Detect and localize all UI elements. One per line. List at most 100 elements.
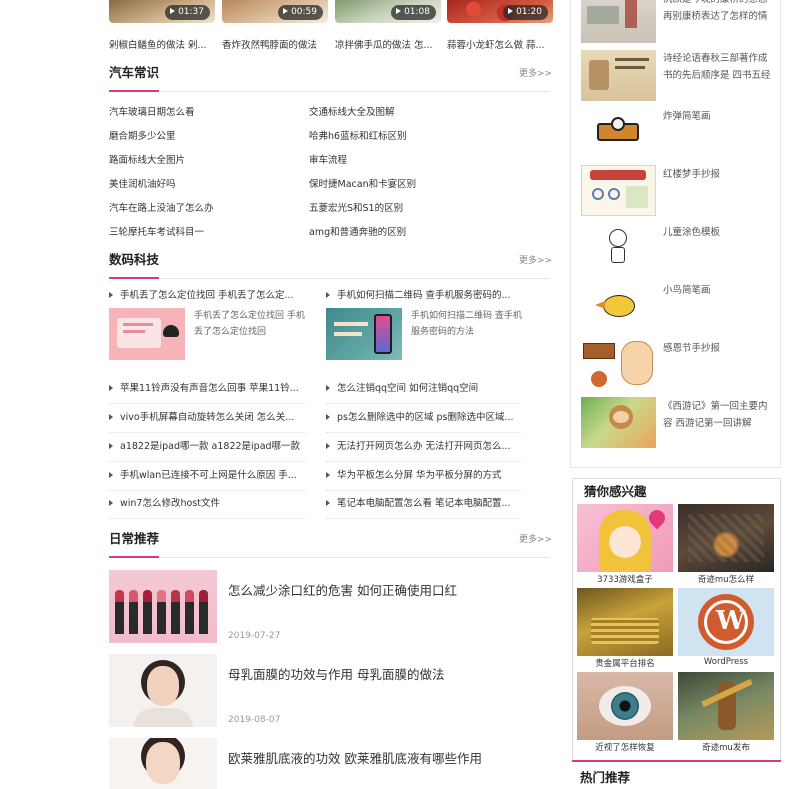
grid-thumbnail[interactable] (577, 504, 673, 572)
article-link[interactable]: 美佳润机油好吗 (109, 176, 176, 190)
sidebar-thumbnail[interactable] (581, 223, 656, 274)
list-item[interactable]: win7怎么修改host文件 (109, 492, 305, 519)
article-link[interactable]: 汽车玻璃日期怎么看 (109, 104, 195, 118)
article-date: 2019-07-27 (228, 631, 281, 641)
article-link[interactable]: amg和普通奔驰的区别 (309, 224, 406, 238)
article-link[interactable]: 路面标线大全图片 (109, 152, 185, 166)
sidebar-thumbnail[interactable] (581, 281, 656, 332)
lipstick-shape (157, 600, 166, 634)
article-link[interactable]: 汽车在路上没油了怎么办 (109, 200, 214, 214)
article-title[interactable]: 母乳面膜的功效与作用 母乳面膜的做法 (228, 664, 444, 683)
play-icon (508, 8, 514, 14)
crowd-texture (688, 514, 764, 562)
video-caption[interactable]: 剁椒白鳝鱼的做法 剁... (109, 37, 217, 51)
article-link[interactable]: 交通标线大全及图解 (309, 104, 395, 118)
video-duration-badge: 01:20 (503, 5, 548, 20)
sidebar-thumbnail[interactable] (581, 50, 656, 101)
sidebar-thumbnail[interactable] (581, 397, 656, 448)
video-thumbnail[interactable]: 01:20 (447, 0, 553, 23)
bullet-arrow-icon (326, 500, 330, 506)
article-link[interactable]: 哈弗h6蓝标和红标区别 (309, 128, 407, 142)
video-thumbnail[interactable]: 01:08 (335, 0, 441, 23)
article-thumbnail[interactable] (109, 570, 217, 643)
video-caption[interactable]: 香炸孜然鸭脖面的做法 (222, 37, 330, 51)
sidebar-thumbnail[interactable] (581, 339, 656, 390)
list-item[interactable]: 怎么注销qq空间 如何注销qq空间 (326, 377, 522, 404)
grid-caption[interactable]: 贵金属平台排名 (577, 657, 673, 669)
article-summary: 手机丢了怎么定位找回 手机丢了怎么定位找回 (194, 311, 305, 337)
lipstick-shape (143, 600, 152, 634)
list-item[interactable]: vivo手机屏幕自动旋转怎么关闭 怎么关... (109, 406, 305, 433)
video-caption[interactable]: 凉拌佛手瓜的做法 怎... (335, 37, 443, 51)
sidebar-article-title[interactable]: 诗经论语春秋三部著作成书的先后顺序是 四书五经 (663, 50, 775, 84)
grid-thumbnail[interactable] (577, 588, 673, 656)
article-thumbnail[interactable] (109, 654, 217, 727)
face-shape (147, 666, 179, 706)
grid-caption[interactable]: 奇迹mu怎么样 (678, 573, 774, 585)
article-link[interactable]: 三轮摩托车考试科目一 (109, 224, 204, 238)
text-line-shape (334, 332, 362, 336)
video-thumbnail[interactable]: 00:59 (222, 0, 328, 23)
article-link[interactable]: 保时捷Macan和卡宴区别 (309, 176, 416, 190)
lipstick-shape (199, 600, 208, 634)
script-line (615, 66, 645, 69)
sidebar-thumbnail[interactable] (581, 0, 656, 43)
grid-thumbnail[interactable] (577, 672, 673, 740)
video-thumbnail[interactable]: 01:37 (109, 0, 215, 23)
cloud-icon (163, 325, 179, 337)
article-thumbnail[interactable] (109, 738, 217, 789)
article-link[interactable]: 磨合期多少公里 (109, 128, 176, 142)
grid-caption[interactable]: 奇迹mu发布 (678, 741, 774, 753)
article-thumbnail[interactable] (326, 308, 402, 360)
bullet-arrow-icon (326, 443, 330, 449)
sidebar-article-title[interactable]: 沉默是今晚的康桥的意思 再别康桥表达了怎样的情 (663, 0, 775, 25)
lipstick-tip (157, 590, 166, 602)
bullet-arrow-icon (326, 472, 330, 478)
sidebar-article-title[interactable]: 《西游记》第一回主要内容 西游记第一回讲解 (663, 398, 775, 432)
list-item[interactable]: 手机如何扫描二维码 查手机服务密码的... (326, 284, 522, 311)
section-accent-bar (109, 90, 159, 92)
clock-icon (611, 117, 625, 131)
shoulder-shape (133, 708, 193, 727)
grid-thumbnail[interactable] (678, 672, 774, 740)
grid-caption[interactable]: 3733游戏盒子 (577, 573, 673, 585)
sidebar-thumbnail[interactable] (581, 165, 656, 216)
article-link[interactable]: 审车流程 (309, 152, 347, 166)
grid-caption[interactable]: 近视了怎样恢复 (577, 741, 673, 753)
gold-bars (591, 618, 659, 644)
sidebar-article-title[interactable]: 炸弹简笔画 (663, 108, 775, 125)
article-thumbnail[interactable] (109, 308, 185, 360)
section-title: 汽车常识 (109, 65, 160, 80)
article-title[interactable]: 怎么减少涂口红的危害 如何正确使用口红 (228, 580, 457, 599)
sidebar-article-title[interactable]: 红楼梦手抄报 (663, 166, 775, 183)
more-link[interactable]: 更多>> (519, 253, 552, 266)
video-caption[interactable]: 蒜蓉小龙虾怎么做 蒜... (447, 37, 555, 51)
sidebar-article-title[interactable]: 感恩节手抄报 (663, 340, 775, 357)
sign-board (583, 343, 615, 359)
grid-caption[interactable]: WordPress (678, 657, 774, 667)
sidebar-border (570, 0, 571, 468)
sidebar-thumbnail[interactable] (581, 107, 656, 158)
eye-iris (611, 692, 639, 720)
script-line (615, 58, 649, 61)
sidebar-article-title[interactable]: 小鸟简笔画 (663, 282, 775, 299)
more-link[interactable]: 更多>> (519, 66, 552, 79)
grid-thumbnail[interactable]: W (678, 588, 774, 656)
article-title[interactable]: 欧莱雅肌底液的功效 欧莱雅肌底液有哪些作用 (228, 748, 482, 767)
panel-title: 热门推荐 (580, 770, 631, 785)
list-item[interactable]: 苹果11铃声没有声音怎么回事 苹果11铃... (109, 377, 305, 404)
grid-thumbnail[interactable] (678, 504, 774, 572)
bullet-arrow-icon (109, 443, 113, 449)
section-divider (109, 557, 550, 558)
more-link[interactable]: 更多>> (519, 532, 552, 545)
list-item[interactable]: 无法打开网页怎么办 无法打开网页怎么... (326, 435, 522, 462)
list-item[interactable]: 笔记本电脑配置怎么看 笔记本电脑配置... (326, 492, 522, 519)
list-item[interactable]: a1822是ipad哪一款 a1822是ipad哪一款 (109, 435, 305, 462)
sidebar-article-title[interactable]: 儿童涂色模板 (663, 224, 775, 241)
list-item[interactable]: 手机丢了怎么定位找回 手机丢了怎么定... (109, 284, 305, 311)
article-link[interactable]: 五菱宏光S和S1的区别 (309, 200, 403, 214)
list-item[interactable]: 华为平板怎么分屏 华为平板分屏的方式 (326, 464, 522, 491)
note-card (621, 341, 653, 385)
list-item[interactable]: ps怎么删除选中的区域 ps删除选中区域... (326, 406, 522, 433)
list-item[interactable]: 手机wlan已连接不可上网是什么原因 手... (109, 464, 305, 491)
